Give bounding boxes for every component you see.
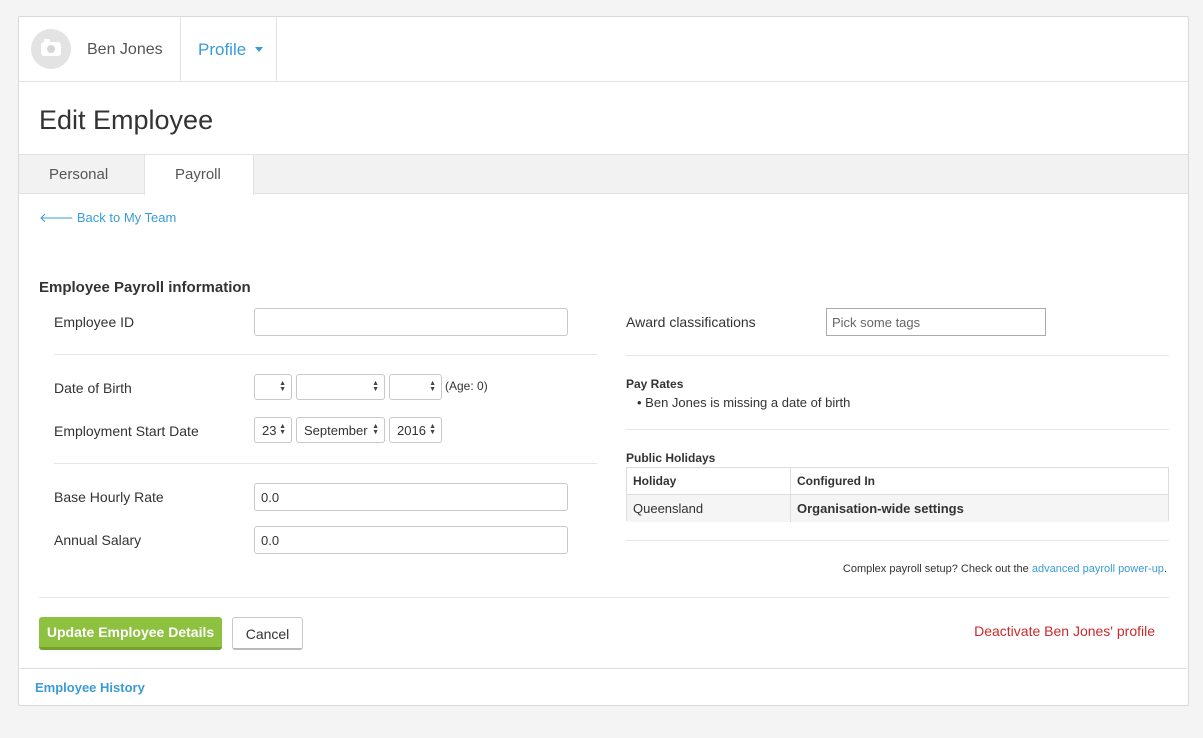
table-header-row: Holiday Configured In <box>627 468 1168 495</box>
annual-salary-label: Annual Salary <box>54 532 142 548</box>
start-day-select[interactable]: 23 ▲ ▼ <box>254 417 292 443</box>
back-to-team-link[interactable]: 🡐 Back to My Team <box>39 210 176 226</box>
select-arrows-icon: ▲ ▼ <box>372 423 379 436</box>
public-holidays-title: Public Holidays <box>626 451 716 465</box>
base-rate-input[interactable]: 0.0 <box>254 483 568 511</box>
start-date-label: Employment Start Date <box>54 423 199 439</box>
divider <box>626 429 1169 430</box>
back-link-label: Back to My Team <box>76 210 177 225</box>
complex-note-text: Complex payroll setup? Check out the <box>842 563 1029 575</box>
arrow-left-icon: 🡐 <box>39 210 74 225</box>
avatar[interactable] <box>31 29 71 69</box>
page-title: Edit Employee <box>39 105 214 135</box>
employee-id-input[interactable] <box>254 308 568 336</box>
camera-icon <box>41 39 61 56</box>
employee-history-label: Employee History <box>35 680 145 695</box>
profile-dropdown[interactable]: Profile <box>180 17 277 81</box>
base-rate-label: Base Hourly Rate <box>54 489 164 505</box>
age-text: (Age: 0) <box>445 379 488 393</box>
table-header-cell: Holiday <box>627 468 791 495</box>
dob-year-select[interactable]: ▲ ▼ <box>389 374 442 400</box>
divider <box>54 463 597 464</box>
start-month-select[interactable]: September ▲ ▼ <box>296 417 385 443</box>
annual-salary-input[interactable]: 0.0 <box>254 526 568 554</box>
employee-id-label: Employee ID <box>54 314 135 330</box>
divider <box>39 597 1169 598</box>
table-cell: Queensland <box>627 495 791 522</box>
tab-bar: Personal Payroll <box>19 154 1188 195</box>
employee-history-panel[interactable]: Employee History <box>20 668 1187 705</box>
user-header: Ben Jones Profile <box>19 17 1188 82</box>
edit-employee-card: Ben Jones Profile Edit Employee Personal… <box>18 16 1189 706</box>
cancel-button[interactable]: Cancel <box>232 617 303 650</box>
table-row: Queensland Organisation-wide settings <box>627 495 1168 522</box>
award-tags-input[interactable]: Pick some tags <box>826 308 1046 336</box>
profile-label: Profile <box>198 40 247 59</box>
dob-day-select[interactable]: ▲ ▼ <box>254 374 292 400</box>
pay-rates-item-text: Ben Jones is missing a date of birth <box>645 395 851 410</box>
divider <box>54 354 597 355</box>
start-month-value: September <box>304 423 368 438</box>
award-classifications-label: Award classifications <box>626 314 756 330</box>
divider <box>626 355 1169 356</box>
complex-note-end: . <box>1163 563 1167 575</box>
divider <box>626 540 1169 541</box>
pay-rates-item: • Ben Jones is missing a date of birth <box>637 395 851 410</box>
select-arrows-icon: ▲ ▼ <box>429 380 436 393</box>
pay-rates-title: Pay Rates <box>626 377 684 391</box>
start-year-value: 2016 <box>397 423 426 438</box>
deactivate-profile-link[interactable]: Deactivate Ben Jones' profile <box>974 623 1155 639</box>
update-employee-button[interactable]: Update Employee Details <box>39 617 222 650</box>
select-arrows-icon: ▲ ▼ <box>279 380 286 393</box>
select-arrows-icon: ▲ ▼ <box>279 423 286 436</box>
section-title: Employee Payroll information <box>39 279 251 296</box>
start-day-value: 23 <box>262 423 277 438</box>
complex-payroll-note: Complex payroll setup? Check out the adv… <box>843 563 1167 575</box>
start-year-select[interactable]: 2016 ▲ ▼ <box>389 417 442 443</box>
user-name: Ben Jones <box>87 41 163 58</box>
table-header-cell: Configured In <box>797 474 875 488</box>
table-cell: Organisation-wide settings <box>797 501 964 516</box>
tab-payroll[interactable]: Payroll <box>144 155 254 195</box>
select-arrows-icon: ▲ ▼ <box>372 380 379 393</box>
public-holidays-table: Holiday Configured In Queensland Organis… <box>626 467 1169 522</box>
caret-down-icon <box>255 47 263 52</box>
dob-label: Date of Birth <box>54 380 132 396</box>
dob-month-select[interactable]: ▲ ▼ <box>296 374 385 400</box>
tab-personal[interactable]: Personal <box>19 155 145 194</box>
advanced-payroll-link[interactable]: advanced payroll power-up <box>1032 563 1164 575</box>
select-arrows-icon: ▲ ▼ <box>429 423 436 436</box>
